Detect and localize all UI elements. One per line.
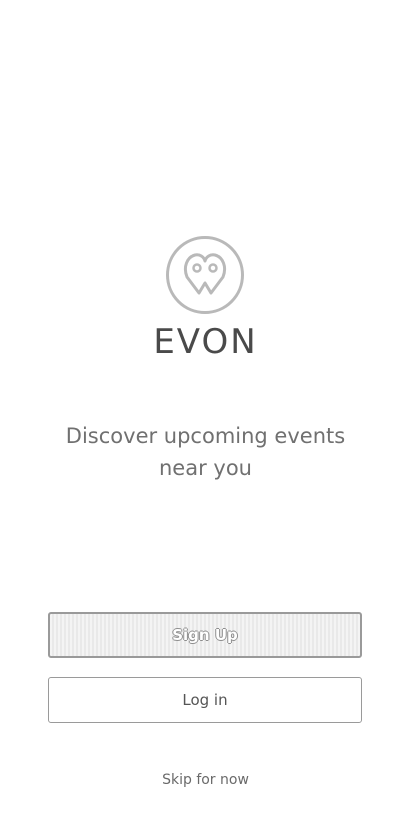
log-in-label: Log in bbox=[182, 691, 228, 709]
log-in-button[interactable]: Log in bbox=[48, 677, 362, 723]
sign-up-label: Sign Up bbox=[172, 626, 238, 644]
brand-name: EVON bbox=[153, 322, 258, 362]
skip-for-now-link[interactable]: Skip for now bbox=[0, 772, 411, 788]
sign-up-button[interactable]: Sign Up bbox=[48, 612, 362, 658]
evon-logo-icon bbox=[165, 235, 245, 315]
tagline: Discover upcoming events near you bbox=[65, 424, 346, 480]
welcome-screen: EVON Discover upcoming events near you S… bbox=[0, 0, 411, 823]
